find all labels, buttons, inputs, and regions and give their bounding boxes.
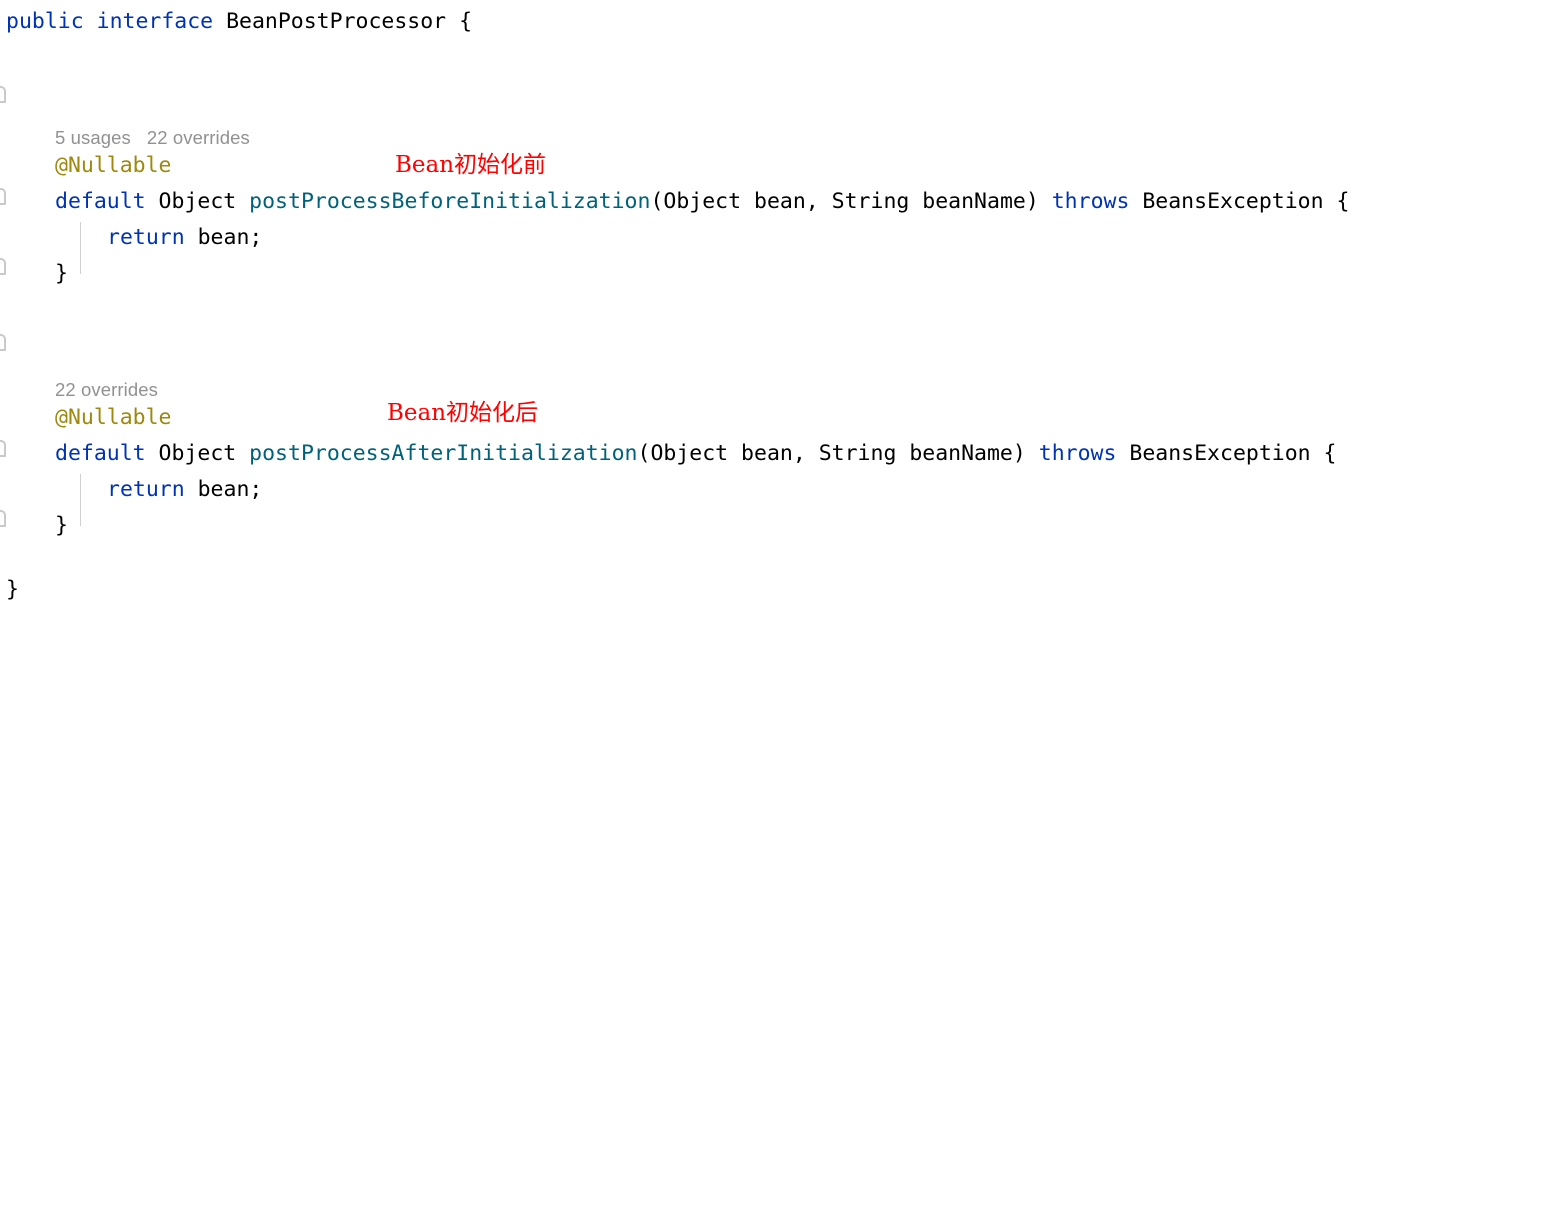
- red-note-after-init: Bean初始化后: [387, 400, 539, 426]
- keyword-interface: interface: [96, 9, 214, 34]
- line-method-signature-after[interactable]: default Object postProcessAfterInitializ…: [55, 436, 1337, 472]
- code-content[interactable]: public interface BeanPostProcessor { 5 u…: [0, 0, 1563, 612]
- method-name-before-init[interactable]: postProcessBeforeInitialization: [249, 189, 650, 214]
- annotation-nullable-before[interactable]: @Nullable: [55, 148, 172, 184]
- line-close-method-before[interactable]: }: [55, 256, 68, 292]
- overrides-hint[interactable]: 22 overrides: [147, 127, 250, 148]
- line-return-before[interactable]: return bean;: [107, 220, 262, 256]
- keyword-return: return: [107, 225, 185, 250]
- keyword-return: return: [107, 477, 185, 502]
- return-type: Object: [145, 441, 250, 466]
- annotation-nullable-after[interactable]: @Nullable: [55, 400, 172, 436]
- red-note-before-init: Bean初始化前: [395, 152, 547, 178]
- method-name-after-init[interactable]: postProcessAfterInitialization: [249, 441, 637, 466]
- return-expression: bean;: [184, 225, 263, 250]
- overrides-hint[interactable]: 22 overrides: [55, 379, 158, 400]
- closing-brace: }: [55, 513, 68, 538]
- line-interface-declaration[interactable]: public interface BeanPostProcessor {: [6, 4, 472, 40]
- annotation-label: @Nullable: [55, 405, 172, 430]
- closing-brace: }: [6, 577, 19, 602]
- line-close-interface[interactable]: }: [6, 572, 19, 608]
- keyword-default: default: [55, 441, 146, 466]
- keyword-throws: throws: [1038, 441, 1117, 466]
- keyword-default: default: [55, 189, 146, 214]
- interface-name: BeanPostProcessor {: [213, 9, 473, 34]
- line-close-method-after[interactable]: }: [55, 508, 68, 544]
- keyword-public: public: [6, 9, 84, 34]
- return-expression: bean;: [184, 477, 263, 502]
- usages-hint[interactable]: 5 usages: [55, 127, 131, 148]
- closing-brace: }: [55, 261, 68, 286]
- return-type: Object: [145, 189, 250, 214]
- keyword-throws: throws: [1051, 189, 1130, 214]
- annotation-label: @Nullable: [55, 153, 172, 178]
- line-method-signature-before[interactable]: default Object postProcessBeforeInitiali…: [55, 184, 1349, 220]
- thrown-exception: BeansException {: [1129, 189, 1350, 214]
- code-editor[interactable]: public interface BeanPostProcessor { 5 u…: [0, 0, 1563, 612]
- method-params: (Object bean, String beanName): [637, 441, 1039, 466]
- line-return-after[interactable]: return bean;: [107, 472, 262, 508]
- thrown-exception: BeansException {: [1116, 441, 1337, 466]
- method-params: (Object bean, String beanName): [650, 189, 1052, 214]
